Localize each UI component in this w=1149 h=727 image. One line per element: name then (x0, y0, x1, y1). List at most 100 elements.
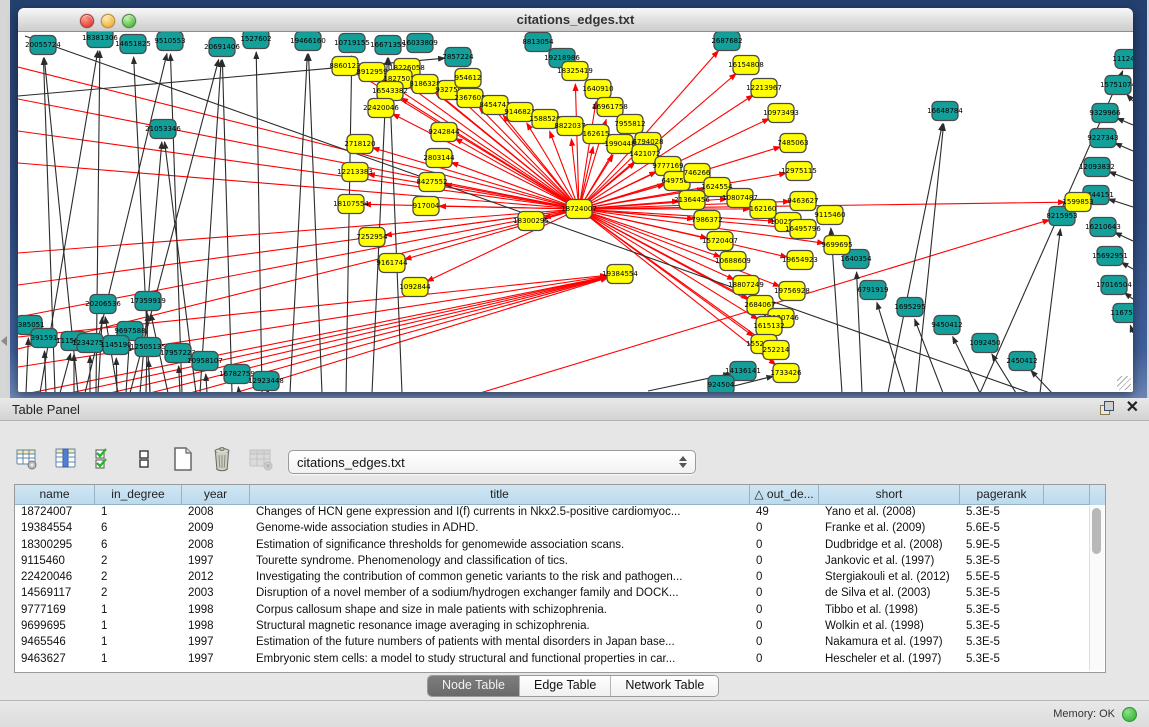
network-canvas[interactable]: 2005572418381306146518259510553206914061… (18, 32, 1133, 392)
row-height-button[interactable] (131, 446, 157, 472)
table-row[interactable]: 946362711997Embryonic stem cells: a mode… (15, 652, 1105, 668)
graph-edge[interactable] (404, 209, 579, 259)
cell-pagerank[interactable]: 5.3E-5 (960, 603, 1044, 619)
graph-node[interactable]: 9329966 (1089, 104, 1121, 123)
graph-node[interactable]: 9115460 (814, 206, 845, 225)
float-panel-icon[interactable] (1100, 401, 1114, 415)
graph-node[interactable]: 18807249 (728, 276, 764, 295)
graph-node[interactable]: 16543382 (372, 82, 408, 101)
graph-node[interactable]: 1640910 (582, 80, 613, 99)
cell-year[interactable]: 2009 (182, 521, 250, 537)
graph-edge[interactable] (1130, 325, 1133, 333)
graph-node[interactable]: 16033809 (402, 34, 438, 53)
graph-node[interactable]: 21053346 (145, 120, 181, 139)
network-graph[interactable]: 2005572418381306146518259510553206914061… (18, 32, 1133, 392)
graph-node[interactable]: 19756928 (774, 282, 810, 301)
graph-node[interactable]: 18381306 (82, 32, 118, 48)
table-row[interactable]: 1456911722003Disruption of a novel membe… (15, 586, 1105, 602)
graph-node[interactable]: 2450412 (1006, 352, 1037, 371)
cell-name[interactable]: 14569117 (15, 586, 95, 602)
cell-out_de...[interactable]: 0 (750, 635, 819, 651)
column-header-in_degree[interactable]: in_degree (95, 485, 182, 505)
graph-node[interactable]: 7857224 (442, 48, 474, 67)
cell-name[interactable]: 18724007 (15, 505, 95, 521)
graph-node[interactable]: 10958107 (187, 352, 223, 371)
cell-title[interactable]: Structural magnetic resonance image aver… (250, 619, 750, 635)
graph-edge[interactable] (1115, 232, 1133, 241)
scrollbar-thumb[interactable] (1092, 508, 1101, 554)
cell-title[interactable]: Disruption of a novel member of a sodium… (250, 586, 750, 602)
graph-edge[interactable] (1127, 94, 1133, 101)
graph-edge[interactable] (1115, 143, 1133, 151)
graph-node[interactable]: 6791919 (857, 281, 888, 300)
graph-node[interactable]: 9227343 (1087, 129, 1118, 148)
cell-title[interactable]: Changes of HCN gene expression and I(f) … (250, 505, 750, 521)
graph-node[interactable]: 12093832 (1079, 158, 1115, 177)
graph-edge[interactable] (110, 277, 607, 392)
graph-node[interactable]: 9463627 (787, 192, 818, 211)
graph-node[interactable]: 917004 (413, 197, 440, 216)
graph-node[interactable]: 20691406 (204, 38, 240, 57)
select-rows-button[interactable] (92, 446, 118, 472)
cell-out_de...[interactable]: 0 (750, 652, 819, 668)
cell-pagerank[interactable]: 5.9E-5 (960, 538, 1044, 554)
cell-out_de...[interactable]: 0 (750, 619, 819, 635)
graph-node[interactable]: 17016504 (1096, 276, 1132, 295)
graph-node[interactable]: 16671355 (370, 36, 406, 55)
graph-edge[interactable] (1108, 199, 1133, 207)
network-window[interactable]: citations_edges.txt 20055724183813061465… (18, 8, 1133, 392)
graph-edge[interactable] (238, 387, 239, 392)
graph-edge[interactable] (1109, 172, 1133, 181)
graph-node[interactable]: 16495796 (785, 220, 821, 239)
graph-node[interactable]: 19654923 (782, 251, 818, 270)
graph-edge[interactable] (256, 52, 262, 392)
cell-out_de...[interactable]: 0 (750, 586, 819, 602)
cell-pagerank[interactable]: 5.3E-5 (960, 586, 1044, 602)
graph-edge[interactable] (1040, 229, 1060, 392)
graph-node[interactable]: 8813054 (522, 33, 554, 52)
memory-status-indicator[interactable] (1122, 707, 1137, 722)
cell-in_degree[interactable]: 1 (95, 603, 182, 619)
cell-pagerank[interactable]: 5.3E-5 (960, 554, 1044, 570)
graph-node[interactable]: 15751074 (1100, 76, 1133, 95)
cell-pagerank[interactable]: 5.3E-5 (960, 652, 1044, 668)
cell-title[interactable]: Estimation of significance thresholds fo… (250, 538, 750, 554)
table-row[interactable]: 2242004622012Investigating the contribut… (15, 570, 1105, 586)
graph-edge[interactable] (149, 360, 150, 392)
cell-in_degree[interactable]: 6 (95, 521, 182, 537)
cell-short[interactable]: Jankovic et al. (1997) (819, 554, 960, 570)
graph-node[interactable]: 9699695 (821, 236, 852, 255)
graph-node[interactable]: 20206536 (85, 295, 121, 314)
cell-in_degree[interactable]: 2 (95, 586, 182, 602)
column-header-title[interactable]: title (250, 485, 750, 505)
cell-out_de...[interactable]: 49 (750, 505, 819, 521)
graph-edge[interactable] (200, 60, 221, 392)
cell-short[interactable]: Hescheler et al. (1997) (819, 652, 960, 668)
graph-edge[interactable] (170, 54, 182, 392)
graph-node[interactable]: 1092450 (969, 334, 1000, 353)
graph-edge[interactable] (1117, 118, 1133, 125)
cell-year[interactable]: 1998 (182, 619, 250, 635)
cell-short[interactable]: Yano et al. (2008) (819, 505, 960, 521)
cell-pagerank[interactable]: 5.3E-5 (960, 619, 1044, 635)
cell-in_degree[interactable]: 1 (95, 619, 182, 635)
graph-node[interactable]: 22420046 (363, 99, 399, 118)
cell-in_degree[interactable]: 6 (95, 538, 182, 554)
graph-node[interactable]: 8427552 (416, 173, 447, 192)
graph-node[interactable]: 15720407 (702, 232, 738, 251)
cell-short[interactable]: Stergiakouli et al. (2012) (819, 570, 960, 586)
cell-title[interactable]: Tourette syndrome. Phenomenology and cla… (250, 554, 750, 570)
graph-node[interactable]: 12213967 (746, 79, 782, 98)
cell-title[interactable]: Estimation of the future numbers of pati… (250, 635, 750, 651)
graph-node[interactable]: 1145190 (100, 336, 131, 355)
table-settings-button[interactable] (14, 446, 40, 472)
graph-edge[interactable] (179, 366, 180, 392)
graph-node[interactable]: 18724007 (561, 200, 597, 219)
graph-node[interactable]: 9510553 (154, 32, 185, 51)
graph-node[interactable]: 9161744 (376, 254, 408, 273)
tab-edge-table[interactable]: Edge Table (520, 676, 611, 696)
cell-out_de...[interactable]: 0 (750, 538, 819, 554)
column-header-out_de...[interactable]: △ out_de... (750, 485, 819, 505)
table-vertical-scrollbar[interactable] (1089, 506, 1104, 670)
graph-node[interactable]: 10688609 (715, 252, 751, 271)
